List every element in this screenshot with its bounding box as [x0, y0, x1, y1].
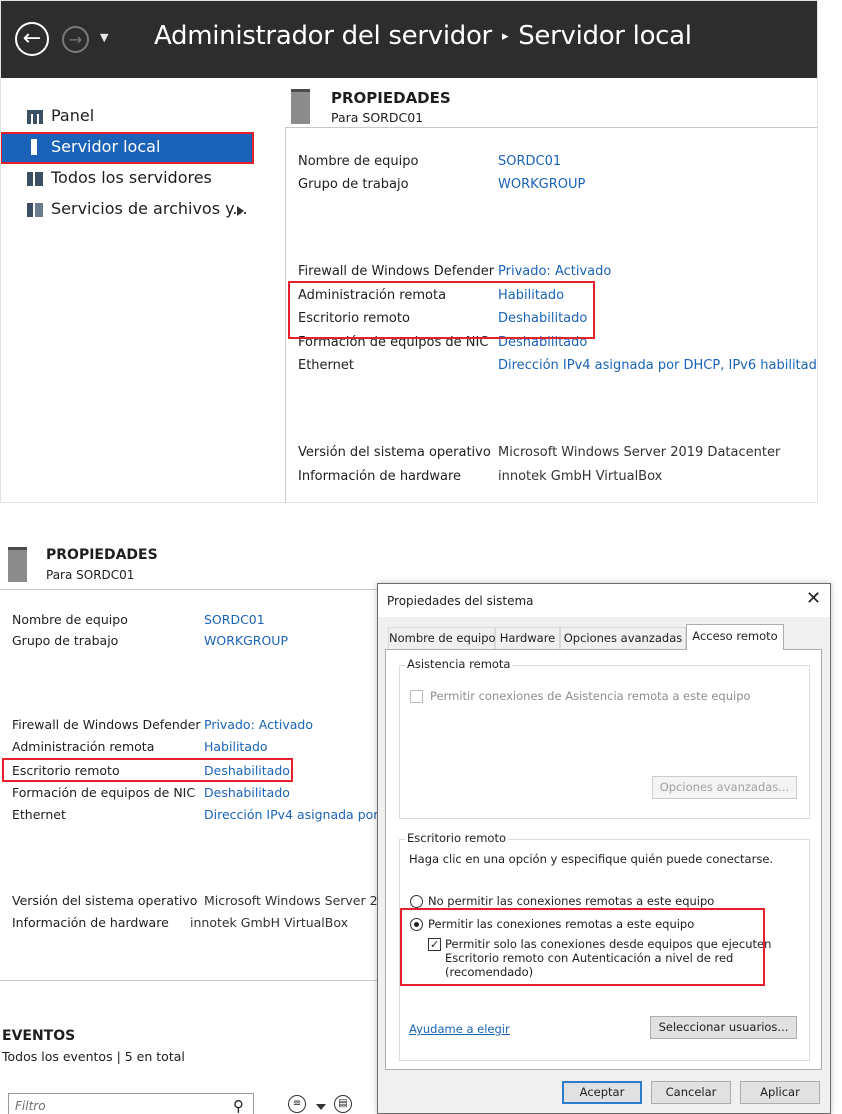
property-label: Ethernet [12, 807, 66, 822]
breadcrumb-separator-icon: ▸ [501, 29, 509, 44]
list-options-icon[interactable]: ≡ [288, 1095, 306, 1113]
sidebar-item-label: Todos los servidores [51, 168, 212, 187]
sidebar-item-all-servers[interactable]: Todos los servidores [1, 164, 253, 194]
property-value: Microsoft Windows Server 20 [204, 893, 386, 908]
property-value-link[interactable]: WORKGROUP [204, 633, 288, 648]
property-label: Formación de equipos de NIC [12, 785, 196, 800]
group-label: Asistencia remota [405, 657, 513, 671]
dialog-title: Propiedades del sistema [387, 594, 534, 608]
highlight-box [288, 281, 595, 339]
group-label: Escritorio remoto [405, 831, 508, 845]
property-value-link[interactable]: Privado: Activado [498, 264, 611, 279]
tab-advanced-options[interactable]: Opciones avanzadas [560, 627, 686, 649]
property-value: innotek GmbH VirtualBox [498, 469, 663, 484]
tab-remote-access[interactable]: Acceso remoto [686, 624, 784, 650]
server-manager-top-panel: ← → ▼ Administrador del servidor ▸ Servido… [0, 0, 818, 503]
property-value: Microsoft Windows Server 2019 Datacenter [498, 445, 781, 460]
servers-icon [27, 172, 43, 186]
properties-subheading: Para SORDC01 [46, 568, 135, 582]
back-arrow-icon[interactable]: ← [15, 22, 49, 56]
server-manager-bottom-panel: PROPIEDADES Para SORDC01 Nombre de equip… [0, 539, 842, 1114]
property-label: Firewall de Windows Defender [12, 717, 201, 732]
property-label: Versión del sistema operativo [12, 893, 198, 908]
highlight-box [2, 758, 293, 782]
property-value-link[interactable]: Privado: Activado [204, 717, 313, 732]
properties-subheading: Para SORDC01 [331, 110, 424, 125]
events-subheading: Todos los eventos | 5 en total [2, 1049, 185, 1064]
property-label: Ethernet [298, 358, 354, 373]
filter-placeholder: Filtro [15, 1099, 46, 1113]
property-label: Versión del sistema operativo [298, 445, 491, 460]
property-value: innotek GmbH VirtualBox [190, 915, 349, 930]
instructions-text: Haga clic en una opción y especifique qu… [409, 852, 774, 866]
ok-button[interactable]: Aceptar [562, 1081, 642, 1104]
highlight-box [400, 908, 765, 986]
chevron-down-icon[interactable]: ▼ [100, 31, 108, 44]
chevron-down-icon[interactable] [316, 1104, 326, 1110]
title-bar: ← → ▼ Administrador del servidor ▸ Servido… [1, 1, 817, 78]
properties-icon [291, 89, 310, 124]
sidebar-item-label: Servicios de archivos y... [51, 199, 248, 218]
app-title: Administrador del servidor [154, 21, 492, 51]
property-label: Información de hardware [12, 915, 169, 930]
dialog-title-bar: Propiedades del sistema ✕ [378, 584, 830, 617]
advanced-options-button[interactable]: Opciones avanzadas... [652, 776, 797, 799]
sidebar-item-panel[interactable]: Panel [1, 102, 253, 132]
file-services-icon [27, 203, 43, 217]
save-query-icon[interactable]: ▤ [334, 1095, 352, 1113]
sidebar-item-label: Panel [51, 106, 95, 125]
radio-label: No permitir las conexiones remotas a est… [428, 894, 715, 908]
property-label: Información de hardware [298, 469, 462, 484]
sidebar-item-file-services[interactable]: Servicios de archivos y... [1, 195, 253, 225]
property-label: Nombre de equipo [298, 154, 419, 169]
property-value-link[interactable]: Habilitado [204, 739, 268, 754]
checkbox-label: Permitir conexiones de Asistencia remota… [430, 689, 751, 703]
search-icon[interactable]: ⚲ [233, 1097, 244, 1114]
breadcrumb: Administrador del servidor ▸ Servidor loca… [154, 21, 692, 51]
select-users-button[interactable]: Seleccionar usuarios... [650, 1016, 797, 1039]
sidebar-item-local-server[interactable]: Servidor local [1, 132, 254, 164]
tab-hardware[interactable]: Hardware [495, 627, 560, 649]
property-value-link[interactable]: SORDC01 [498, 154, 561, 169]
remote-access-page: Asistencia remota Permitir conexiones de… [385, 649, 822, 1070]
property-value-link[interactable]: SORDC01 [204, 612, 265, 627]
forward-arrow-icon[interactable]: → [62, 26, 89, 53]
property-label: Grupo de trabajo [298, 177, 409, 192]
properties-icon [8, 547, 27, 582]
properties-heading: PROPIEDADES [46, 547, 158, 563]
server-icon [31, 139, 37, 155]
deny-remote-radio[interactable] [410, 895, 423, 908]
help-link[interactable]: Ayudame a elegir [409, 1022, 510, 1036]
property-label: Nombre de equipo [12, 612, 128, 627]
system-properties-dialog: Propiedades del sistema ✕ Nombre de equi… [377, 583, 831, 1114]
events-heading: EVENTOS [2, 1028, 76, 1044]
expand-arrow-icon[interactable] [237, 206, 244, 216]
breadcrumb-current: Servidor local [518, 21, 692, 51]
cancel-button[interactable]: Cancelar [651, 1081, 731, 1104]
property-value-link[interactable]: WORKGROUP [498, 177, 585, 192]
property-value-link[interactable]: Dirección IPv4 asignada por DHCP, IPv6 h… [498, 358, 817, 373]
property-value-link[interactable]: Dirección IPv4 asignada por I [204, 807, 386, 822]
property-label: Grupo de trabajo [12, 633, 119, 648]
property-label: Administración remota [12, 739, 155, 754]
remote-assistance-checkbox[interactable] [410, 690, 423, 703]
sidebar-item-label: Servidor local [51, 137, 161, 156]
dashboard-icon [27, 110, 43, 124]
filter-input[interactable]: Filtro ⚲ [8, 1093, 254, 1114]
close-icon[interactable]: ✕ [806, 588, 821, 609]
property-value-link[interactable]: Deshabilitado [204, 785, 290, 800]
property-label: Firewall de Windows Defender [298, 264, 495, 279]
apply-button[interactable]: Aplicar [740, 1081, 820, 1104]
tab-computer-name[interactable]: Nombre de equipo [388, 627, 496, 649]
properties-heading: PROPIEDADES [331, 89, 451, 107]
